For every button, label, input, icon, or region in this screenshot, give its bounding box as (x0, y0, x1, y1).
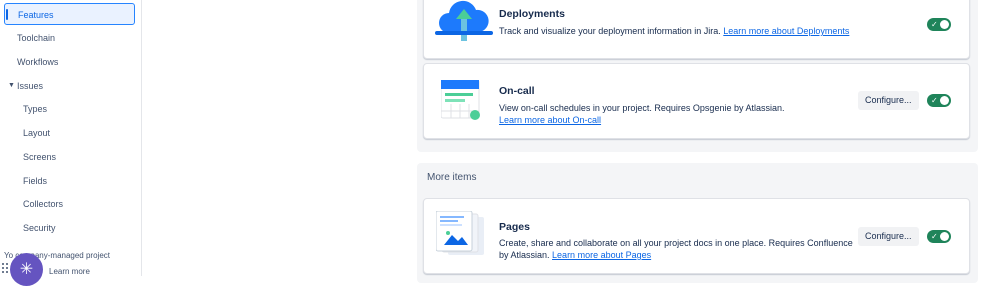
card-title: On-call (499, 85, 535, 97)
oncall-configure-button[interactable]: Configure... (858, 91, 919, 110)
more-items-panel: More items Pages Create, share and colla… (417, 163, 978, 283)
oncall-card: On-call View on-call schedules in your p… (423, 63, 970, 139)
sidebar-item-label: Issues (17, 81, 44, 91)
pages-configure-button[interactable]: Configure... (858, 227, 919, 246)
check-icon: ✓ (931, 96, 938, 105)
sidebar-item-label: Collectors (23, 199, 64, 209)
card-description: Create, share and collaborate on all you… (499, 237, 859, 261)
sidebar-item-toolchain[interactable]: Toolchain (4, 27, 135, 49)
sidebar-item-label: Types (23, 104, 48, 114)
check-icon: ✓ (931, 20, 938, 29)
sidebar-item-layout[interactable]: Layout (4, 122, 135, 144)
chevron-down-icon: ▼ (8, 82, 15, 89)
sparkle-icon: ✳ (19, 261, 34, 278)
deployments-card: Deployments Track and visualize your dep… (423, 0, 970, 59)
sidebar-item-workflows[interactable]: Workflows (4, 51, 135, 73)
sidebar-item-issues[interactable]: ▼ Issues (4, 75, 135, 97)
sidebar-item-screens[interactable]: Screens (4, 146, 135, 168)
assistant-sparkle-button[interactable]: ✳ (10, 253, 43, 286)
sidebar-item-label: Screens (23, 152, 57, 162)
sidebar-item-types[interactable]: Types (4, 98, 135, 120)
sidebar-item-label: Layout (23, 128, 51, 138)
pages-icon (436, 211, 484, 255)
description-text: View on-call schedules in your project. … (499, 103, 785, 113)
learn-more-pages-link[interactable]: Learn more about Pages (552, 250, 651, 260)
cloud-upload-icon (435, 0, 493, 41)
card-description: View on-call schedules in your project. … (499, 102, 859, 126)
sidebar-item-label: Security (23, 223, 56, 233)
sidebar-item-label: Fields (23, 176, 48, 186)
learn-more-deployments-link[interactable]: Learn more about Deployments (723, 26, 849, 36)
card-title: Deployments (499, 8, 565, 20)
sidebar-item-collectors[interactable]: Collectors (4, 193, 135, 215)
card-title: Pages (499, 221, 530, 233)
sidebar-item-features[interactable]: Features (4, 3, 135, 25)
features-panel: Deployments Track and visualize your dep… (417, 0, 978, 152)
sidebar-item-label: Workflows (17, 57, 59, 67)
check-icon: ✓ (931, 232, 938, 241)
sidebar-item-fields[interactable]: Fields (4, 170, 135, 192)
sidebar-item-label: Toolchain (17, 33, 56, 43)
calendar-icon (441, 80, 480, 120)
pages-card: Pages Create, share and collaborate on a… (423, 198, 970, 274)
description-text: Track and visualize your deployment info… (499, 26, 721, 36)
sidebar-item-security[interactable]: Security (4, 217, 135, 239)
learn-more-oncall-link[interactable]: Learn more about On-call (499, 114, 859, 126)
sidebar: Features Toolchain Workflows ▼ Issues Ty… (0, 0, 142, 286)
learn-more-link[interactable]: Learn more (49, 267, 90, 276)
sidebar-item-label: Features (18, 10, 54, 20)
card-description: Track and visualize your deployment info… (499, 25, 859, 37)
drag-handle-icon[interactable] (2, 263, 9, 273)
oncall-toggle[interactable]: ✓ (927, 94, 951, 107)
deployments-toggle[interactable]: ✓ (927, 18, 951, 31)
pages-toggle[interactable]: ✓ (927, 230, 951, 243)
section-title: More items (427, 172, 477, 183)
